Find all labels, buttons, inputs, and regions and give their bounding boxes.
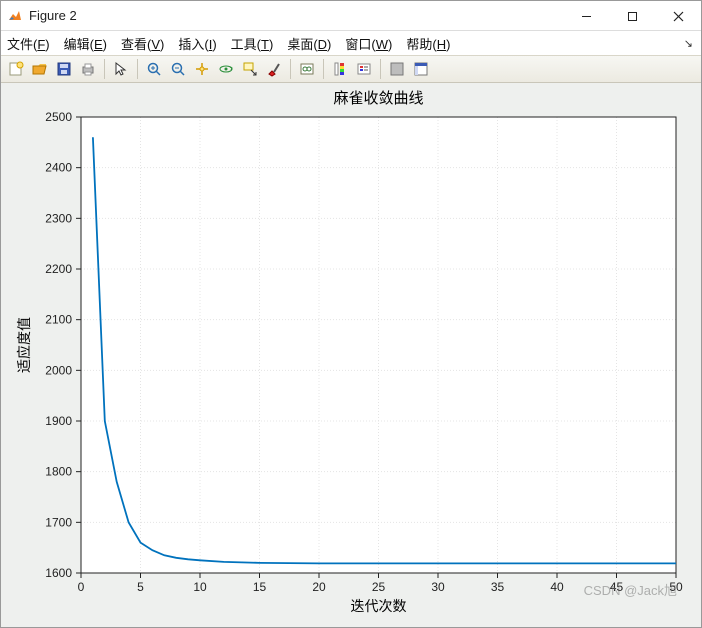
x-tick-label: 35 xyxy=(491,580,505,594)
y-tick-label: 2200 xyxy=(45,262,72,276)
x-tick-label: 30 xyxy=(431,580,445,594)
print-icon[interactable] xyxy=(77,58,99,80)
y-tick-label: 2000 xyxy=(45,363,72,377)
link-plot-icon[interactable] xyxy=(296,58,318,80)
figure-area: 0 5 10 15 20 25 30 35 40 45 50 1600 1700 1800 1900 2000… xyxy=(1,83,701,627)
y-tick-label: 1800 xyxy=(45,465,72,479)
x-tick-label: 5 xyxy=(137,580,144,594)
toolbar-separator xyxy=(137,59,138,79)
minimize-button[interactable] xyxy=(563,1,609,31)
menu-e[interactable]: 编辑(E) xyxy=(64,34,107,53)
x-tick-label: 0 xyxy=(78,580,85,594)
y-axis-label: 适应度值 xyxy=(16,317,32,373)
y-tick-label: 1600 xyxy=(45,566,72,580)
toolbar xyxy=(1,55,701,83)
matlab-icon xyxy=(7,8,23,24)
toolbar-separator xyxy=(104,59,105,79)
menu-f[interactable]: 文件(F) xyxy=(7,34,50,53)
rotate-3d-icon[interactable] xyxy=(215,58,237,80)
zoom-out-icon[interactable] xyxy=(167,58,189,80)
figure-window: Figure 2 文件(F) 编辑(E) 查看(V) 插入(I) 工具(T) 桌面(D) 窗… xyxy=(0,0,702,628)
insert-legend-icon[interactable] xyxy=(353,58,375,80)
zoom-in-icon[interactable] xyxy=(143,58,165,80)
window-controls xyxy=(563,1,701,30)
menu-d[interactable]: 桌面(D) xyxy=(287,34,331,53)
axes[interactable]: 0 5 10 15 20 25 30 35 40 45 50 1600 1700 1800 1900 2000… xyxy=(11,87,691,619)
save-icon[interactable] xyxy=(53,58,75,80)
dock-arrow-icon[interactable]: ↘ xyxy=(684,37,693,50)
x-axis-label: 迭代次数 xyxy=(351,598,407,614)
x-tick-label: 45 xyxy=(610,580,624,594)
menubar: 文件(F) 编辑(E) 查看(V) 插入(I) 工具(T) 桌面(D) 窗口(W) 帮助(H)… xyxy=(1,31,701,55)
x-tick-label: 40 xyxy=(550,580,564,594)
insert-colorbar-icon[interactable] xyxy=(329,58,351,80)
brush-icon[interactable] xyxy=(263,58,285,80)
open-icon[interactable] xyxy=(29,58,51,80)
y-tick-label: 2400 xyxy=(45,161,72,175)
toolbar-separator xyxy=(290,59,291,79)
y-tick-label: 1900 xyxy=(45,414,72,428)
menu-i[interactable]: 插入(I) xyxy=(178,34,216,53)
x-tick-label: 15 xyxy=(253,580,267,594)
data-cursor-icon[interactable] xyxy=(239,58,261,80)
x-tick-label: 25 xyxy=(372,580,386,594)
close-button[interactable] xyxy=(655,1,701,31)
pan-icon[interactable] xyxy=(191,58,213,80)
toolbar-separator xyxy=(323,59,324,79)
y-tick-label: 2500 xyxy=(45,110,72,124)
titlebar: Figure 2 xyxy=(1,1,701,31)
toolbar-separator xyxy=(380,59,381,79)
new-figure-icon[interactable] xyxy=(5,58,27,80)
pointer-icon[interactable] xyxy=(110,58,132,80)
y-tick-label: 1700 xyxy=(45,515,72,529)
menu-w[interactable]: 窗口(W) xyxy=(345,34,392,53)
x-tick-label: 20 xyxy=(312,580,326,594)
maximize-button[interactable] xyxy=(609,1,655,31)
menu-t[interactable]: 工具(T) xyxy=(231,34,274,53)
y-tick-label: 2300 xyxy=(45,211,72,225)
hide-plot-tools-icon[interactable] xyxy=(386,58,408,80)
y-tick-label: 2100 xyxy=(45,313,72,327)
x-tick-label: 50 xyxy=(669,580,683,594)
show-plot-tools-icon[interactable] xyxy=(410,58,432,80)
plot-svg: 0 5 10 15 20 25 30 35 40 45 50 1600 1700 1800 1900 2000… xyxy=(11,87,691,619)
menu-v[interactable]: 查看(V) xyxy=(121,34,164,53)
menu-h[interactable]: 帮助(H) xyxy=(406,34,450,53)
x-tick-label: 10 xyxy=(193,580,207,594)
chart-title: 麻雀收敛曲线 xyxy=(333,90,423,107)
window-title: Figure 2 xyxy=(29,8,77,23)
